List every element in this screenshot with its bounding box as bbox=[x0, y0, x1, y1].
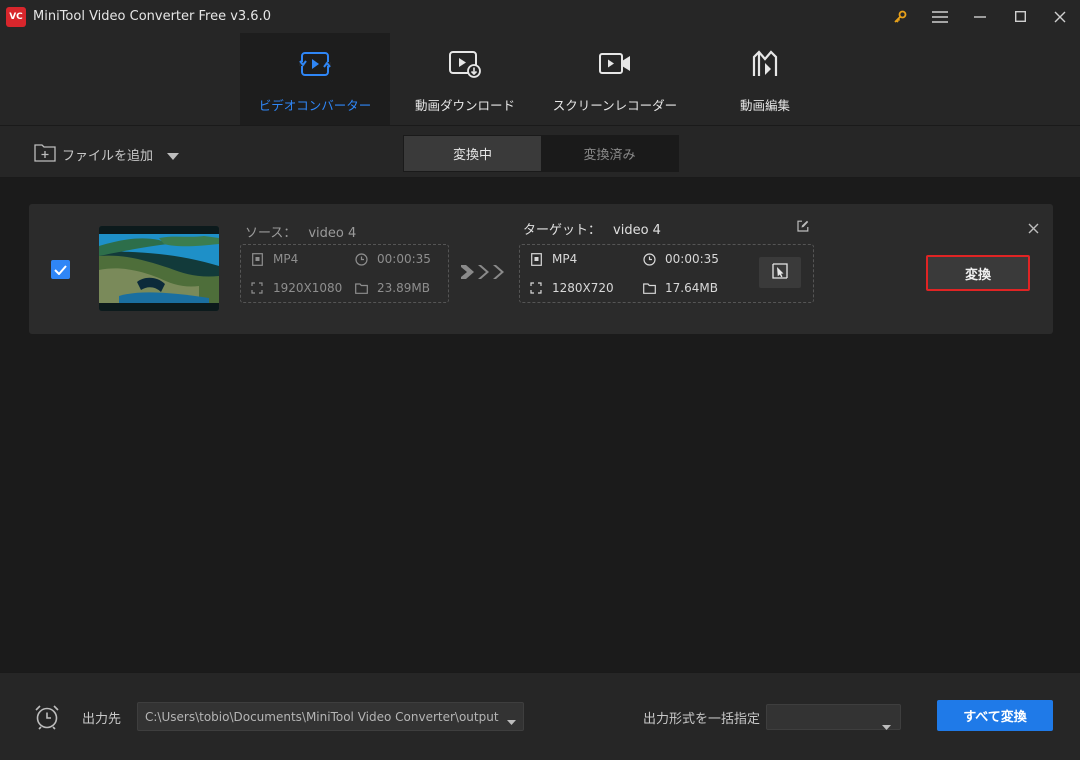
source-size: 23.89MB bbox=[354, 281, 430, 295]
convert-arrows-icon bbox=[461, 264, 507, 280]
close-icon[interactable] bbox=[1040, 0, 1080, 33]
file-format-icon bbox=[529, 252, 543, 266]
alarm-clock-icon[interactable] bbox=[34, 704, 60, 734]
output-path-select[interactable]: C:\Users\tobio\Documents\MiniTool Video … bbox=[137, 702, 524, 731]
chevron-down-icon bbox=[882, 715, 891, 734]
toolbar: ファイルを追加 変換中 変換済み bbox=[0, 125, 1080, 178]
resolution-icon bbox=[529, 281, 543, 295]
crop-settings-icon bbox=[772, 262, 788, 283]
minimize-icon[interactable] bbox=[960, 0, 1000, 33]
output-settings-button[interactable] bbox=[759, 257, 801, 288]
source-format-text: MP4 bbox=[273, 252, 299, 266]
source-resolution-text: 1920X1080 bbox=[273, 281, 343, 295]
chevron-down-icon[interactable] bbox=[167, 145, 180, 164]
output-path-text: C:\Users\tobio\Documents\MiniTool Video … bbox=[145, 709, 499, 724]
add-file-icon bbox=[34, 142, 56, 166]
source-info-box: MP4 00:00:35 1920X1080 23.89MB bbox=[240, 244, 449, 303]
target-info-box: MP4 00:00:35 1280X720 17.64MB bbox=[519, 244, 814, 303]
tab-label: スクリーンレコーダー bbox=[552, 98, 678, 113]
tab-video-edit[interactable]: 動画編集 bbox=[690, 33, 840, 125]
source-duration: 00:00:35 bbox=[354, 252, 431, 266]
tab-video-converter[interactable]: ビデオコンバーター bbox=[240, 33, 390, 125]
target-caption: ターゲット： bbox=[523, 223, 602, 238]
chevron-down-icon bbox=[507, 714, 516, 728]
clock-icon bbox=[354, 252, 368, 266]
target-name: video 4 bbox=[613, 223, 661, 238]
task-checkbox[interactable] bbox=[51, 260, 70, 279]
folder-icon bbox=[642, 281, 656, 295]
output-folder-label: 出力先 bbox=[82, 712, 122, 727]
tab-video-download[interactable]: 動画ダウンロード bbox=[390, 33, 540, 125]
key-icon[interactable] bbox=[880, 0, 920, 33]
folder-icon bbox=[354, 281, 368, 295]
task-list: ソース： video 4 MP4 00:00:35 1920X1080 23.89… bbox=[0, 178, 1080, 672]
source-resolution: 1920X1080 bbox=[250, 281, 342, 295]
add-file-label: ファイルを追加 bbox=[62, 148, 154, 164]
batch-format-select[interactable] bbox=[766, 704, 901, 730]
source-name: video 4 bbox=[308, 226, 357, 241]
tab-label: ビデオコンバーター bbox=[258, 98, 372, 113]
target-resolution: 1280X720 bbox=[529, 281, 614, 295]
target-duration: 00:00:35 bbox=[642, 252, 719, 266]
tab-converting[interactable]: 変換中 bbox=[404, 136, 541, 171]
app-title: MiniTool Video Converter Free v3.6.0 bbox=[33, 9, 271, 24]
convert-button[interactable]: 変換 bbox=[926, 255, 1030, 291]
menu-icon[interactable] bbox=[920, 0, 960, 33]
tab-label: 動画編集 bbox=[739, 98, 790, 113]
target-label: ターゲット： video 4 bbox=[523, 219, 661, 238]
video-thumbnail bbox=[99, 226, 219, 311]
maximize-icon[interactable] bbox=[1000, 0, 1040, 33]
batch-format-label: 出力形式を一括指定 bbox=[643, 712, 761, 727]
task-card: ソース： video 4 MP4 00:00:35 1920X1080 23.89… bbox=[29, 204, 1053, 334]
source-caption: ソース： bbox=[245, 226, 297, 241]
edit-icon[interactable] bbox=[797, 217, 809, 236]
remove-task-icon[interactable] bbox=[1028, 219, 1039, 238]
video-download-icon bbox=[448, 49, 482, 79]
video-edit-icon bbox=[750, 49, 780, 79]
convert-all-button[interactable]: すべて変換 bbox=[937, 700, 1053, 731]
screen-record-icon bbox=[598, 49, 632, 79]
file-format-icon bbox=[250, 252, 264, 266]
target-size-text: 17.64MB bbox=[665, 281, 718, 295]
tab-label: 動画ダウンロード bbox=[414, 98, 515, 113]
video-convert-icon bbox=[299, 49, 331, 79]
source-duration-text: 00:00:35 bbox=[377, 252, 431, 266]
target-duration-text: 00:00:35 bbox=[665, 252, 719, 266]
app-logo: VC bbox=[6, 6, 26, 27]
title-bar: VC MiniTool Video Converter Free v3.6.0 bbox=[0, 0, 1080, 33]
source-format: MP4 bbox=[250, 252, 298, 266]
source-size-text: 23.89MB bbox=[377, 281, 430, 295]
tab-converted[interactable]: 変換済み bbox=[541, 136, 678, 171]
source-label: ソース： video 4 bbox=[245, 222, 356, 241]
add-file-button[interactable]: ファイルを追加 bbox=[34, 142, 180, 166]
clock-icon bbox=[642, 252, 656, 266]
tab-screen-recorder[interactable]: スクリーンレコーダー bbox=[540, 33, 690, 125]
window-controls bbox=[880, 0, 1080, 33]
target-format-text: MP4 bbox=[552, 252, 578, 266]
footer-bar: 出力先 C:\Users\tobio\Documents\MiniTool Vi… bbox=[0, 672, 1080, 760]
target-format: MP4 bbox=[529, 252, 577, 266]
main-nav: ビデオコンバーター 動画ダウンロード スクリーンレコーダー 動画編集 bbox=[0, 33, 1080, 125]
resolution-icon bbox=[250, 281, 264, 295]
target-resolution-text: 1280X720 bbox=[552, 281, 614, 295]
target-size: 17.64MB bbox=[642, 281, 718, 295]
status-segmented-control: 変換中 変換済み bbox=[403, 135, 679, 172]
